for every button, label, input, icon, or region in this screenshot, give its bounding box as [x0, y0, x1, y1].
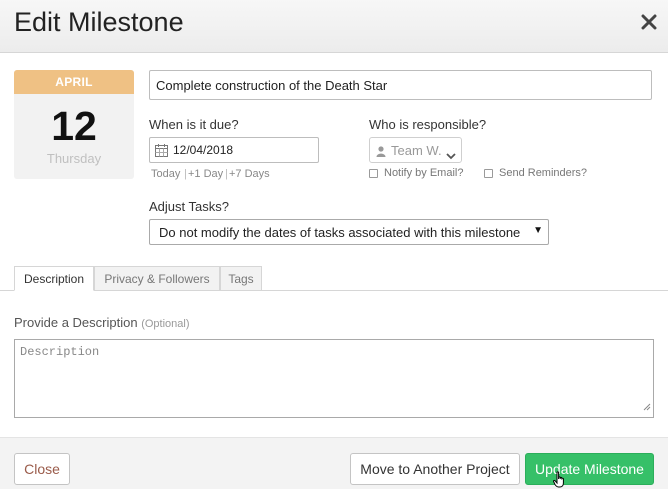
notify-email-checkbox[interactable] — [369, 169, 378, 178]
quick-date-today[interactable]: Today — [151, 168, 180, 180]
dialog-header: Edit Milestone — [0, 0, 668, 53]
quick-date-separator: | — [184, 168, 187, 180]
due-date-value: 12/04/2018 — [173, 143, 234, 157]
responsible-select[interactable]: Team W. — [369, 137, 462, 163]
person-icon — [376, 145, 386, 160]
milestone-name-input[interactable]: Complete construction of the Death Star — [149, 70, 652, 100]
calendar-weekday: Thursday — [46, 151, 102, 166]
send-reminders-checkbox[interactable] — [484, 169, 493, 178]
hand-cursor-icon — [553, 471, 567, 491]
date-calendar-badge: APRIL 12 Thursday — [14, 70, 134, 179]
adjust-tasks-select[interactable]: Do not modify the dates of tasks associa… — [149, 219, 549, 245]
adjust-tasks-label: Adjust Tasks? — [149, 199, 229, 214]
move-to-project-button[interactable]: Move to Another Project — [350, 453, 520, 485]
close-icon[interactable] — [640, 11, 658, 33]
calendar-icon — [155, 144, 168, 160]
resize-handle-icon[interactable] — [643, 401, 651, 415]
due-date-label: When is it due? — [149, 117, 239, 132]
quick-date-plus-7-days[interactable]: +7 Days — [229, 168, 270, 180]
description-placeholder: Description — [20, 345, 100, 359]
tab-tags[interactable]: Tags — [220, 266, 262, 291]
adjust-tasks-value: Do not modify the dates of tasks associa… — [159, 225, 521, 240]
due-date-input[interactable]: 12/04/2018 — [149, 137, 319, 163]
close-button[interactable]: Close — [14, 453, 70, 485]
description-label-text: Provide a Description — [14, 315, 138, 330]
tab-privacy-followers[interactable]: Privacy & Followers — [94, 266, 220, 291]
calendar-day: 12 — [51, 103, 97, 149]
responsible-label: Who is responsible? — [369, 117, 487, 132]
quick-date-separator: | — [225, 168, 228, 180]
description-textarea[interactable]: Description — [14, 339, 654, 418]
dialog-title: Edit Milestone — [14, 7, 184, 37]
dropdown-arrow-icon: ▼ — [533, 225, 543, 236]
update-milestone-button[interactable]: Update Milestone — [525, 453, 654, 485]
optional-hint: (Optional) — [141, 318, 190, 330]
responsible-value: Team W. — [391, 143, 442, 158]
tab-description[interactable]: Description — [14, 266, 94, 291]
description-label: Provide a Description (Optional) — [14, 315, 189, 330]
calendar-month: APRIL — [14, 70, 134, 94]
chevron-down-icon — [446, 148, 456, 163]
notify-email-label: Notify by Email? — [384, 167, 464, 179]
send-reminders-label: Send Reminders? — [499, 167, 588, 179]
quick-date-plus-1-day[interactable]: +1 Day — [188, 168, 223, 180]
